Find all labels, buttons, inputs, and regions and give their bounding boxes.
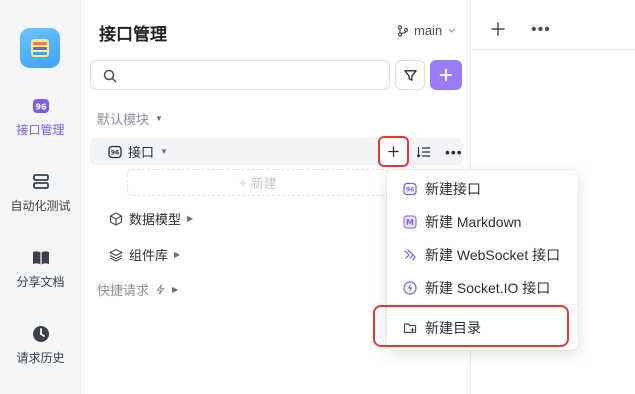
- rail-item-share-docs[interactable]: 分享文档: [0, 248, 81, 290]
- book-icon: [32, 251, 49, 265]
- cube-icon: [109, 211, 123, 226]
- quick-requests-header[interactable]: 快捷请求 ▶: [97, 280, 178, 299]
- rail-item-label: 接口管理: [16, 123, 65, 137]
- row-add-button[interactable]: [378, 135, 409, 167]
- menu-item-label: 新建 Socket.IO 接口: [425, 280, 551, 296]
- layers-icon: [109, 248, 123, 262]
- tree-item-label: 数据模型: [129, 212, 182, 227]
- plus-icon: +: [239, 175, 247, 190]
- tree-item-data-models[interactable]: 数据模型 ▶: [109, 209, 193, 228]
- clock-icon: [32, 326, 49, 342]
- more-icon[interactable]: •••: [531, 22, 551, 38]
- api-icon: 96: [403, 182, 417, 196]
- socketio-icon: [403, 281, 417, 295]
- rail-item-label: 分享文档: [16, 275, 65, 289]
- left-rail: 96 接口管理 自动化测试 分享文档 请求历史: [0, 0, 81, 394]
- rail-item-api-management[interactable]: 96 接口管理: [0, 96, 81, 138]
- rail-item-label: 自动化测试: [10, 199, 71, 213]
- rail-item-automation[interactable]: 自动化测试: [0, 172, 81, 214]
- caret-down-icon: ▼: [155, 114, 163, 123]
- websocket-icon: [404, 249, 416, 261]
- tree-item-label: 接口: [128, 145, 155, 160]
- markdown-icon: M: [403, 215, 417, 229]
- menu-item-new-markdown[interactable]: M 新建 Markdown: [393, 207, 572, 237]
- git-branch-icon: [397, 24, 409, 37]
- menu-item-new-socketio[interactable]: 新建 Socket.IO 接口: [393, 273, 572, 303]
- list-sort-icon[interactable]: [417, 145, 431, 159]
- app-logo-icon: [31, 39, 49, 57]
- tree-item-components[interactable]: 组件库 ▶: [109, 245, 180, 264]
- menu-item-new-api[interactable]: 96 新建接口: [393, 174, 572, 204]
- svg-text:96: 96: [406, 187, 414, 194]
- chevron-down-icon: [448, 28, 455, 33]
- app-logo: [20, 28, 60, 68]
- caret-right-icon: ▶: [174, 250, 181, 259]
- new-item-menu: 96 新建接口 M 新建 Markdown 新建 WebSocket 接口 新建…: [387, 170, 578, 350]
- svg-text:96: 96: [35, 103, 47, 112]
- search-box: [90, 60, 390, 90]
- caret-right-icon: ▶: [187, 214, 194, 223]
- add-button[interactable]: [430, 60, 462, 90]
- caret-down-icon: ▼: [160, 147, 168, 156]
- menu-divider: [387, 304, 578, 305]
- default-module-header[interactable]: 默认模块 ▼: [97, 109, 163, 128]
- new-item-placeholder[interactable]: + 新建: [127, 169, 389, 196]
- menu-item-label: 新建目录: [425, 320, 481, 336]
- menu-item-new-folder[interactable]: 新建目录: [393, 313, 572, 343]
- new-label: 新建: [250, 176, 277, 191]
- folder-plus-icon: [403, 323, 417, 334]
- search-input[interactable]: [123, 65, 378, 85]
- api-icon: 96: [32, 99, 49, 113]
- right-toolbar: •••: [471, 0, 635, 50]
- svg-text:M: M: [406, 218, 414, 227]
- search-icon: [103, 69, 117, 83]
- menu-item-label: 新建 WebSocket 接口: [425, 247, 561, 263]
- tree-item-label: 组件库: [129, 248, 169, 263]
- filter-icon: [403, 69, 417, 81]
- branch-name: main: [414, 23, 443, 38]
- row-actions: •••: [378, 135, 463, 167]
- menu-item-label: 新建 Markdown: [425, 214, 522, 230]
- branch-selector[interactable]: main: [397, 23, 456, 38]
- plus-icon: [439, 68, 453, 82]
- page-title: 接口管理: [99, 25, 167, 44]
- quick-requests-label: 快捷请求: [97, 283, 150, 298]
- caret-right-icon: ▶: [172, 285, 179, 294]
- api-icon: 96: [108, 145, 122, 158]
- automation-icon: [32, 174, 49, 189]
- filter-button[interactable]: [395, 60, 425, 90]
- default-module-label: 默认模块: [97, 112, 150, 127]
- plus-icon: [388, 145, 399, 157]
- menu-item-new-websocket[interactable]: 新建 WebSocket 接口: [393, 240, 572, 270]
- menu-item-label: 新建接口: [425, 181, 481, 197]
- lightning-icon: [156, 284, 165, 295]
- rail-item-label: 请求历史: [16, 351, 65, 365]
- rail-item-request-history[interactable]: 请求历史: [0, 324, 81, 366]
- more-icon[interactable]: •••: [445, 145, 463, 159]
- new-tab-plus-icon[interactable]: [491, 22, 505, 36]
- svg-text:96: 96: [111, 149, 119, 156]
